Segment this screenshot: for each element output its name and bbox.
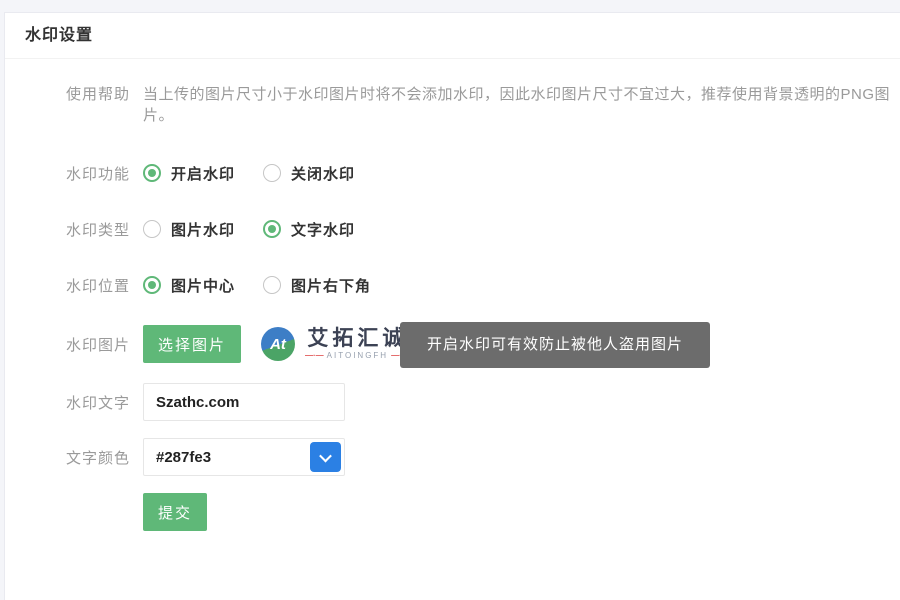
watermark-form: 使用帮助 当上传的图片尺寸小于水印图片时将不会添加水印，因此水印图片尺寸不宜过大… bbox=[5, 59, 900, 531]
submit-button[interactable]: 提交 bbox=[143, 493, 207, 531]
color-picker-toggle-button[interactable] bbox=[310, 442, 341, 472]
radio-unselected-icon[interactable] bbox=[143, 220, 161, 238]
radio-text-watermark[interactable]: 文字水印 bbox=[263, 219, 355, 240]
color-picker-group bbox=[143, 438, 345, 476]
help-row: 使用帮助 当上传的图片尺寸小于水印图片时将不会添加水印，因此水印图片尺寸不宜过大… bbox=[5, 83, 900, 125]
type-row-label: 水印类型 bbox=[66, 219, 143, 240]
watermark-text-row: 水印文字 bbox=[5, 383, 900, 421]
logo-subtitle: —·— AITOINGFH —·— bbox=[302, 351, 413, 361]
image-row-label: 水印图片 bbox=[66, 334, 143, 355]
logo-name: 艾拓汇诚 bbox=[307, 327, 407, 351]
submit-row: 提交 bbox=[5, 493, 900, 531]
logo-monogram-icon: At bbox=[261, 327, 295, 361]
radio-enable-watermark[interactable]: 开启水印 bbox=[143, 163, 235, 184]
panel-header: 水印设置 bbox=[5, 13, 900, 59]
radio-label: 开启水印 bbox=[171, 163, 235, 184]
page-title: 水印设置 bbox=[25, 27, 93, 44]
radio-image-watermark[interactable]: 图片水印 bbox=[143, 219, 235, 240]
text-row-label: 水印文字 bbox=[66, 392, 143, 413]
watermark-function-row: 水印功能 开启水印 关闭水印 bbox=[5, 157, 900, 189]
choose-image-button[interactable]: 选择图片 bbox=[143, 325, 241, 363]
text-color-row: 文字颜色 bbox=[5, 438, 900, 476]
logo-dash-left: —·— bbox=[305, 351, 324, 361]
radio-label: 文字水印 bbox=[291, 219, 355, 240]
watermark-settings-panel: 水印设置 使用帮助 当上传的图片尺寸小于水印图片时将不会添加水印，因此水印图片尺… bbox=[4, 12, 900, 600]
watermark-position-row: 水印位置 图片中心 图片右下角 bbox=[5, 269, 900, 301]
watermark-type-row: 水印类型 图片水印 文字水印 bbox=[5, 213, 900, 245]
radio-selected-icon[interactable] bbox=[143, 276, 161, 294]
help-label: 使用帮助 bbox=[66, 83, 143, 104]
radio-label: 图片右下角 bbox=[291, 275, 371, 296]
watermark-text-input[interactable] bbox=[143, 383, 345, 421]
function-row-label: 水印功能 bbox=[66, 163, 143, 184]
radio-label: 关闭水印 bbox=[291, 163, 355, 184]
position-row-label: 水印位置 bbox=[66, 275, 143, 296]
radio-disable-watermark[interactable]: 关闭水印 bbox=[263, 163, 355, 184]
radio-position-bottom-right[interactable]: 图片右下角 bbox=[263, 275, 371, 296]
color-row-label: 文字颜色 bbox=[66, 447, 143, 468]
chevron-down-icon bbox=[319, 449, 332, 462]
radio-unselected-icon[interactable] bbox=[263, 164, 281, 182]
radio-label: 图片中心 bbox=[171, 275, 235, 296]
current-watermark-image: At 艾拓汇诚 —·— AITOINGFH —·— bbox=[261, 327, 413, 361]
radio-unselected-icon[interactable] bbox=[263, 276, 281, 294]
tooltip: 开启水印可有效防止被他人盗用图片 bbox=[400, 322, 710, 368]
radio-selected-icon[interactable] bbox=[263, 220, 281, 238]
radio-selected-icon[interactable] bbox=[143, 164, 161, 182]
help-text: 当上传的图片尺寸小于水印图片时将不会添加水印，因此水印图片尺寸不宜过大，推荐使用… bbox=[143, 83, 900, 125]
radio-label: 图片水印 bbox=[171, 219, 235, 240]
radio-position-center[interactable]: 图片中心 bbox=[143, 275, 235, 296]
